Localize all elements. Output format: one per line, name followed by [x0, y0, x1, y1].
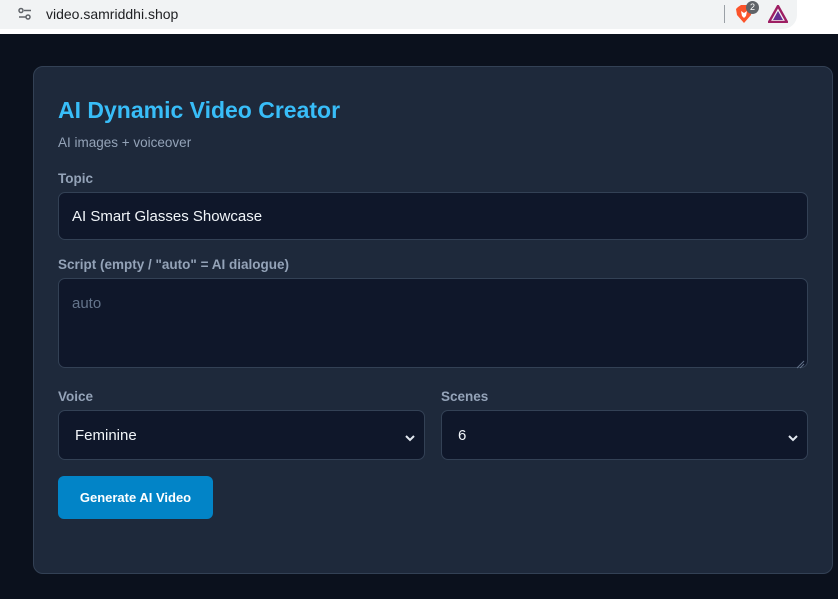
scenes-label: Scenes — [441, 389, 489, 404]
generate-video-button[interactable]: Generate AI Video — [58, 476, 213, 519]
url-text[interactable]: video.samriddhi.shop — [46, 6, 178, 22]
browser-toolbar: video.samriddhi.shop 2 — [0, 0, 838, 34]
voice-select[interactable]: Feminine — [58, 410, 425, 460]
scenes-selected-value: 6 — [458, 427, 467, 444]
brave-rewards-icon[interactable] — [767, 4, 789, 24]
resize-grip-icon[interactable] — [796, 356, 805, 369]
script-textarea[interactable]: auto — [58, 278, 808, 369]
page-title: AI Dynamic Video Creator — [58, 97, 341, 123]
voice-label: Voice — [58, 389, 94, 404]
toolbar-divider — [724, 5, 725, 23]
script-label: Script (empty / "auto" = AI dialogue) — [58, 257, 289, 272]
voice-selected-value: Feminine — [75, 427, 137, 444]
page-subtitle: AI images + voiceover — [58, 135, 192, 150]
chevron-down-icon — [405, 430, 415, 442]
script-placeholder: auto — [72, 295, 102, 312]
chevron-down-icon — [788, 430, 798, 442]
brave-badge-count: 2 — [746, 1, 759, 14]
topic-input[interactable] — [58, 192, 808, 240]
video-creator-card: AI Dynamic Video Creator AI images + voi… — [33, 66, 833, 574]
scenes-select[interactable]: 6 — [441, 410, 808, 460]
topic-label: Topic — [58, 171, 93, 186]
site-info-icon[interactable] — [17, 6, 33, 22]
address-bar[interactable]: video.samriddhi.shop 2 — [0, 0, 797, 29]
